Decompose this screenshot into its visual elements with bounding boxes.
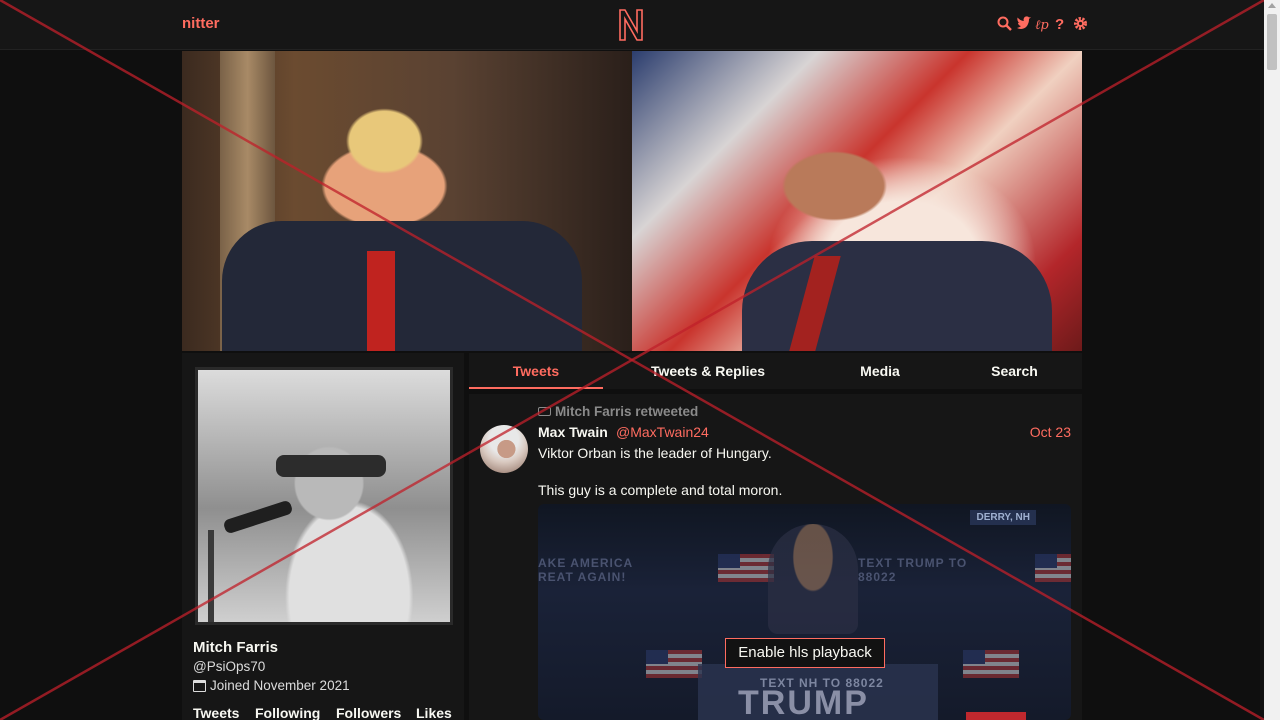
video-podium-text-big: TRUMP	[738, 684, 869, 720]
stat-tweets[interactable]: Tweets	[193, 705, 255, 720]
tweet-video[interactable]: DERRY, NH AKE AMERICA REAT AGAIN! TEXT T…	[538, 504, 1071, 720]
tweet-avatar[interactable]	[480, 425, 528, 473]
scroll-up-arrow-icon[interactable]	[1268, 3, 1276, 8]
tab-tweets[interactable]: Tweets	[469, 353, 603, 389]
rss-icon[interactable]: ℓp	[1035, 15, 1050, 33]
nitter-logo-icon[interactable]	[616, 7, 646, 43]
tab-search[interactable]: Search	[947, 353, 1082, 389]
video-sign-right: TEXT TRUMP TO 88022	[858, 556, 968, 584]
tweet-date[interactable]: Oct 23	[1030, 424, 1071, 440]
tweet-fullname[interactable]: Max Twain	[538, 424, 608, 440]
video-speaker	[768, 524, 858, 634]
video-location-label: DERRY, NH	[970, 510, 1036, 525]
tab-media[interactable]: Media	[813, 353, 947, 389]
twitter-icon[interactable]	[1016, 15, 1031, 33]
profile-banner[interactable]	[182, 51, 1082, 351]
retweet-icon	[538, 407, 551, 416]
banner-suit-left	[222, 221, 582, 351]
profile-fullname[interactable]: Mitch Farris	[193, 639, 278, 656]
timeline-tabs: Tweets Tweets & Replies Media Search	[469, 353, 1082, 389]
profile-username[interactable]: @PsiOps70	[193, 659, 265, 674]
tweet-text-line-1: Viktor Orban is the leader of Hungary.	[538, 445, 772, 461]
search-icon[interactable]	[997, 15, 1012, 33]
tab-tweets-replies[interactable]: Tweets & Replies	[603, 353, 813, 389]
profile-card: Mitch Farris @PsiOps70 Joined November 2…	[182, 353, 464, 720]
banner-right-image	[632, 51, 1082, 351]
tweet-text-line-2: This guy is a complete and total moron.	[538, 482, 783, 498]
stat-following[interactable]: Following	[255, 705, 336, 720]
timeline: Mitch Farris retweeted Max Twain @MaxTwa…	[469, 394, 1082, 720]
nitter-home-link[interactable]: nitter	[182, 15, 220, 32]
video-flag	[1035, 554, 1071, 582]
avatar-microphone	[222, 499, 294, 535]
page-scrollbar[interactable]	[1264, 0, 1280, 720]
video-live-badge	[966, 712, 1026, 720]
banner-tie-left	[367, 251, 395, 351]
stat-followers[interactable]: Followers	[336, 705, 416, 720]
stat-likes[interactable]: Likes	[416, 705, 452, 720]
avatar-glasses	[276, 455, 386, 477]
video-flag	[718, 554, 774, 582]
profile-joined-date: Joined November 2021	[193, 678, 350, 693]
banner-suit-right	[742, 241, 1052, 351]
scroll-thumb[interactable]	[1267, 14, 1277, 70]
settings-icon[interactable]	[1073, 15, 1088, 33]
avatar-mic-stand	[208, 530, 214, 622]
video-sign-left: AKE AMERICA REAT AGAIN!	[538, 556, 633, 584]
video-flag	[963, 650, 1019, 678]
help-icon[interactable]: ?	[1054, 15, 1069, 33]
navbar: nitter ℓp ?	[0, 0, 1264, 50]
calendar-icon	[193, 679, 206, 692]
profile-avatar[interactable]	[195, 367, 453, 625]
enable-hls-playback-button[interactable]: Enable hls playback	[725, 638, 885, 668]
svg-text:ℓp: ℓp	[1035, 18, 1049, 33]
profile-joined-text: Joined November 2021	[210, 678, 350, 693]
svg-text:?: ?	[1055, 16, 1064, 33]
profile-stats: Tweets Following Followers Likes	[193, 705, 452, 720]
retweet-header: Mitch Farris retweeted	[538, 404, 698, 419]
nav-icons: ℓp ?	[997, 15, 1088, 33]
retweet-header-text[interactable]: Mitch Farris retweeted	[555, 404, 698, 419]
banner-left-image	[182, 51, 632, 351]
video-flag	[646, 650, 702, 678]
tweet-username[interactable]: @MaxTwain24	[616, 424, 709, 440]
